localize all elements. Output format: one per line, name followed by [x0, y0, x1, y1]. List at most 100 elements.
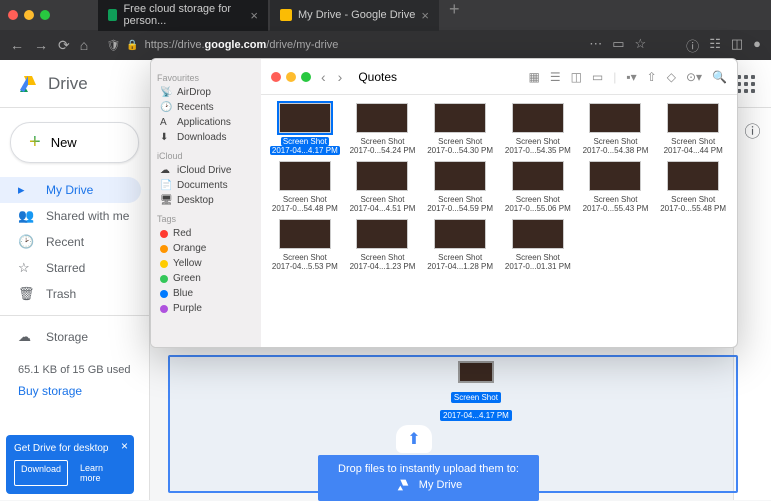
thumbnail-image — [356, 103, 408, 133]
close-icon[interactable]: × — [121, 439, 128, 453]
sidebar-item[interactable]: 🕑Recent — [0, 229, 149, 255]
finder-sidebar-item[interactable]: Red — [157, 226, 255, 241]
drive-logo[interactable]: Drive — [16, 72, 88, 96]
browser-tab[interactable]: Free cloud storage for person... × — [98, 0, 268, 31]
sidebar-item[interactable]: ☆Starred — [0, 255, 149, 281]
finder-content[interactable]: Screen Shot2017-04...4.17 PMScreen Shot2… — [261, 95, 737, 347]
file-thumbnail[interactable]: Screen Shot2017-0...54.59 PM — [422, 161, 498, 213]
more-icon[interactable]: ⋯ — [589, 36, 602, 55]
finder-sidebar-item[interactable]: ☁iCloud Drive — [157, 163, 255, 178]
thumbnail-image — [512, 161, 564, 191]
buy-storage-link[interactable]: Buy storage — [18, 384, 131, 398]
thumbnail-image — [434, 103, 486, 133]
window-controls[interactable] — [8, 10, 50, 20]
file-thumbnail[interactable]: Screen Shot2017-0...54.30 PM — [422, 103, 498, 155]
file-thumbnail[interactable]: Screen Shot2017-0...55.48 PM — [655, 161, 731, 213]
finder-window-controls[interactable] — [271, 72, 311, 82]
thumbnail-image — [279, 103, 331, 133]
finder-sidebar-item[interactable]: AApplications — [157, 115, 255, 130]
thumbnail-image — [434, 161, 486, 191]
close-tab-icon[interactable]: × — [421, 8, 429, 23]
gallery-view[interactable]: ▭ — [592, 70, 603, 84]
reader-icon[interactable]: ▭ — [612, 36, 624, 55]
action-menu[interactable]: ⊙▾ — [686, 70, 702, 84]
nav-icon: 🗑 — [18, 286, 34, 302]
file-thumbnail[interactable]: Screen Shot2017-04...44 PM — [655, 103, 731, 155]
info-panel-toggle[interactable]: ⓘ — [733, 108, 771, 500]
new-button[interactable]: + New — [10, 122, 139, 163]
browser-navbar: ← → ⟳ ⌂ 🛡 🔒 https://drive.google.com/dri… — [0, 30, 771, 60]
finder-sidebar-item[interactable]: 📡AirDrop — [157, 85, 255, 100]
close-tab-icon[interactable]: × — [250, 8, 258, 23]
home-button[interactable]: ⌂ — [80, 37, 88, 53]
finder-back[interactable]: ‹ — [321, 69, 326, 85]
finder-sidebar-item[interactable]: Yellow — [157, 256, 255, 271]
sidebar-icon: 🖥 — [160, 195, 172, 206]
finder-window: Favourites 📡AirDrop🕑RecentsAApplications… — [150, 58, 738, 348]
file-thumbnail[interactable]: Screen Shot2017-04...4.17 PM — [267, 103, 343, 155]
nav-icon: ▸ — [18, 182, 34, 198]
finder-sidebar-item[interactable]: Blue — [157, 286, 255, 301]
group-menu[interactable]: ▪▾ — [626, 70, 636, 84]
icon-view[interactable]: ▦ — [528, 70, 539, 84]
reload-button[interactable]: ⟳ — [58, 37, 70, 54]
library-icon[interactable]: ☷ — [709, 36, 721, 55]
back-button[interactable]: ← — [10, 37, 24, 53]
file-thumbnail[interactable]: Screen Shot2017-04...5.53 PM — [267, 219, 343, 271]
finder-sidebar-item[interactable]: Purple — [157, 301, 255, 316]
tag-icon[interactable]: ◇ — [667, 70, 676, 84]
download-button[interactable]: Download — [14, 460, 68, 486]
forward-button[interactable]: → — [34, 37, 48, 53]
drop-zone[interactable]: Screen Shot 2017-04...4.17 PM ⬆ Drop fil… — [168, 355, 738, 493]
bookmark-icon[interactable]: ☆ — [635, 36, 647, 55]
search-icon[interactable]: 🔍 — [712, 70, 727, 84]
promo-title: Get Drive for desktop — [14, 443, 126, 454]
finder-sidebar-item[interactable]: ⬇Downloads — [157, 130, 255, 145]
file-thumbnail[interactable]: Screen Shot2017-0...55.06 PM — [500, 161, 576, 213]
url-bar[interactable]: 🛡 🔒 https://drive.google.com/drive/my-dr… — [98, 39, 579, 52]
sidebar-item[interactable]: 🗑Trash — [0, 281, 149, 307]
browser-tabs: Free cloud storage for person... × My Dr… — [98, 0, 467, 31]
file-thumbnail[interactable]: Screen Shot2017-04...4.51 PM — [345, 161, 421, 213]
storage-item[interactable]: ☁Storage — [0, 324, 149, 350]
file-thumbnail[interactable]: Screen Shot2017-0...54.35 PM — [500, 103, 576, 155]
sidebar-icon: A — [160, 117, 172, 128]
file-thumbnail[interactable]: Screen Shot2017-0...54.24 PM — [345, 103, 421, 155]
upload-cloud-icon: ⬆ — [396, 425, 432, 453]
drag-ghost: Screen Shot 2017-04...4.17 PM — [440, 361, 512, 423]
file-thumbnail[interactable]: Screen Shot2017-0...01.31 PM — [500, 219, 576, 271]
sidebar-icon: 📄 — [160, 180, 172, 191]
file-thumbnail[interactable]: Screen Shot2017-04...1.23 PM — [345, 219, 421, 271]
info-icon[interactable]: ⓘ — [686, 36, 699, 55]
column-view[interactable]: ◫ — [571, 70, 582, 84]
thumbnail-image — [279, 219, 331, 249]
file-thumbnail[interactable]: Screen Shot2017-0...55.43 PM — [578, 161, 654, 213]
storage-usage: 65.1 KB of 15 GB used — [18, 364, 131, 376]
sidebar-icon[interactable]: ◫ — [731, 36, 743, 55]
app-name: Drive — [48, 74, 88, 94]
new-tab-button[interactable]: + — [441, 0, 468, 31]
desktop-promo: × Get Drive for desktop Download Learn m… — [6, 435, 134, 494]
finder-sidebar-item[interactable]: Green — [157, 271, 255, 286]
tab-title: Free cloud storage for person... — [123, 3, 244, 27]
shield-icon: 🛡 — [106, 39, 120, 52]
finder-sidebar-item[interactable]: 📄Documents — [157, 178, 255, 193]
tag-dot — [160, 275, 168, 283]
sidebar-item[interactable]: 👥Shared with me — [0, 203, 149, 229]
list-view[interactable]: ☰ — [550, 70, 561, 84]
tag-dot — [160, 305, 168, 313]
file-thumbnail[interactable]: Screen Shot2017-0...54.48 PM — [267, 161, 343, 213]
finder-sidebar-item[interactable]: 🕑Recents — [157, 100, 255, 115]
finder-forward[interactable]: › — [338, 69, 343, 85]
finder-sidebar-item[interactable]: 🖥Desktop — [157, 193, 255, 208]
share-icon[interactable]: ⇧ — [647, 70, 657, 84]
finder-sidebar-item[interactable]: Orange — [157, 241, 255, 256]
apps-menu-icon[interactable] — [737, 75, 755, 93]
sidebar-item[interactable]: ▸My Drive — [0, 177, 141, 203]
file-thumbnail[interactable]: Screen Shot2017-04...1.28 PM — [422, 219, 498, 271]
browser-tab[interactable]: My Drive - Google Drive × — [270, 0, 439, 31]
learn-more-link[interactable]: Learn more — [74, 460, 126, 486]
account-icon[interactable]: ● — [753, 36, 761, 55]
file-thumbnail[interactable]: Screen Shot2017-0...54.38 PM — [578, 103, 654, 155]
finder-toolbar: ‹› Quotes ▦ ☰ ◫ ▭ | ▪▾ ⇧ ◇ ⊙▾ 🔍 — [261, 59, 737, 95]
